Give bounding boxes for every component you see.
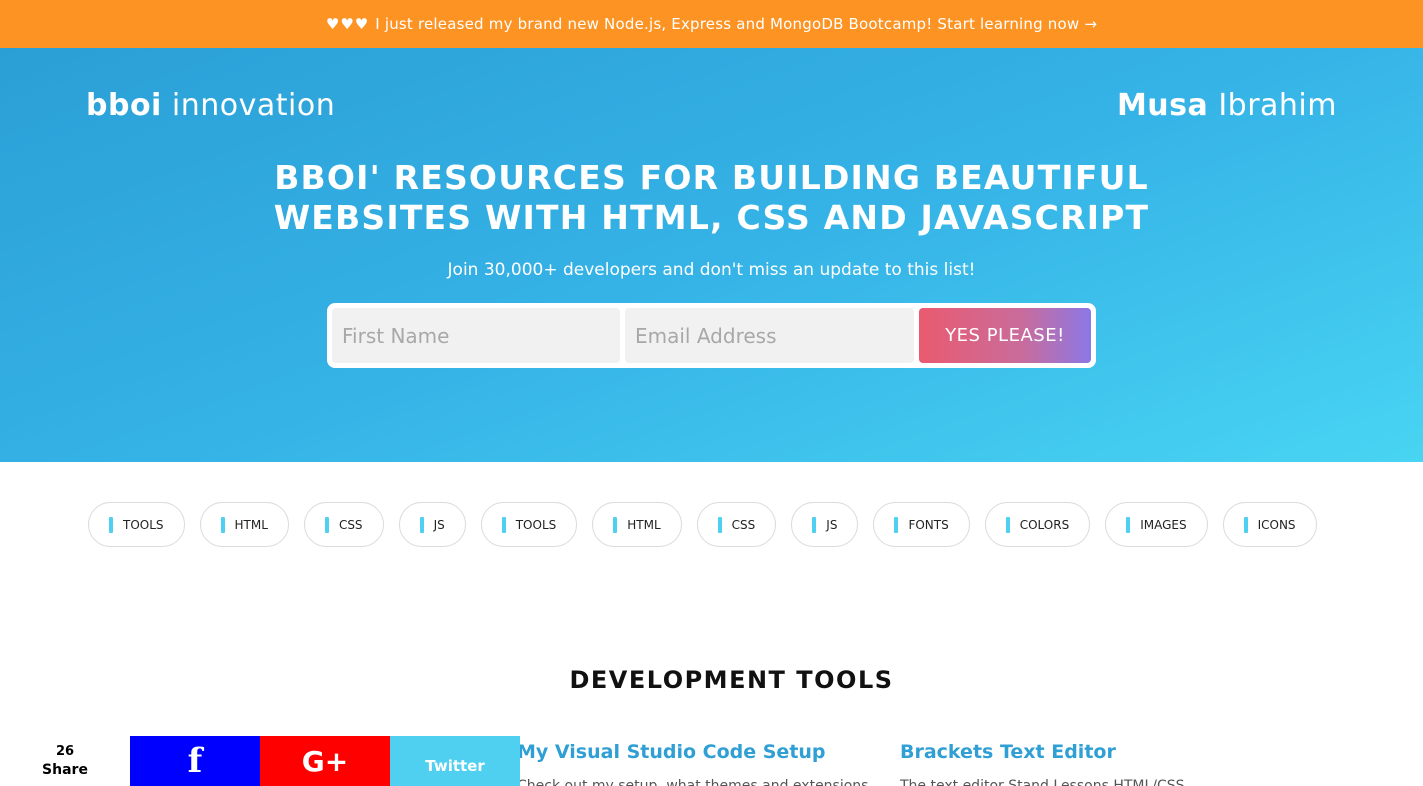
tag-accent-bar <box>717 516 722 533</box>
newsletter-form: YES PLEASE! <box>327 303 1096 368</box>
hearts-icon: ♥♥♥ <box>325 15 370 33</box>
tag-accent-bar <box>613 516 618 533</box>
tag-js[interactable]: JS <box>791 502 859 547</box>
tag-accent-bar <box>812 516 817 533</box>
card-title-brackets[interactable]: Brackets Text Editor <box>900 741 1116 763</box>
promo-text[interactable]: I just released my brand new Node.js, Ex… <box>375 15 1097 33</box>
tag-tools[interactable]: TOOLS <box>480 502 578 547</box>
card-title-vscode[interactable]: My Visual Studio Code Setup <box>517 741 826 763</box>
tag-css[interactable]: CSS <box>303 502 384 547</box>
twitter-label: Twitter <box>425 757 485 775</box>
tag-colors[interactable]: COLORS <box>984 502 1091 547</box>
tag-css[interactable]: CSS <box>696 502 777 547</box>
logo-bold: bboi <box>86 88 162 123</box>
googleplus-icon: G+ <box>301 744 349 778</box>
card-desc-brackets: The text editor Stand Lessons HTML/CSS..… <box>900 778 1198 786</box>
hero-title-line-1: BBOI' RESOURCES FOR BUILDING BEAUTIFUL <box>274 158 1149 197</box>
tag-label: CSS <box>731 517 756 532</box>
share-count: 26 Share <box>0 736 130 786</box>
tag-label: ICONS <box>1257 517 1296 532</box>
first-name-input[interactable] <box>332 308 620 363</box>
tag-label: CSS <box>338 517 363 532</box>
tag-fonts[interactable]: FONTS <box>873 502 970 547</box>
hero-section: bboi innovation Musa Ibrahim BBOI' RESOU… <box>0 48 1423 462</box>
tag-accent-bar <box>1126 516 1131 533</box>
author-last-name: Ibrahim <box>1218 88 1337 123</box>
category-tags: TOOLS HTML CSS JS TOOLS HTML CSS JS FONTS COLORS I… <box>88 502 1317 547</box>
tag-html[interactable]: HTML <box>592 502 682 547</box>
card-desc-vscode: Check out my setup, what themes and exte… <box>517 778 882 786</box>
tag-accent-bar <box>501 516 506 533</box>
hero-subtitle: Join 30,000+ developers and don't miss a… <box>447 260 976 280</box>
social-share-bar: 26 Share f G+ Twitter <box>0 736 520 786</box>
tag-tools[interactable]: TOOLS <box>88 502 185 547</box>
tag-label: COLORS <box>1019 517 1070 532</box>
tag-accent-bar <box>220 516 225 533</box>
tag-label: HTML <box>627 517 661 532</box>
tag-html[interactable]: HTML <box>199 502 289 547</box>
tag-accent-bar <box>419 516 424 533</box>
tag-accent-bar <box>1243 516 1248 533</box>
googleplus-share-button[interactable]: G+ <box>260 736 390 786</box>
tag-label: TOOLS <box>515 517 557 532</box>
facebook-icon: f <box>187 741 203 781</box>
author-first-name: Musa <box>1116 88 1209 123</box>
tag-accent-bar <box>894 516 899 533</box>
twitter-share-button[interactable]: Twitter <box>390 736 520 786</box>
author-name[interactable]: Musa Ibrahim <box>1117 88 1337 123</box>
logo-light: innovation <box>171 88 336 123</box>
share-count-label: Share <box>42 762 88 778</box>
tag-label: HTML <box>234 517 268 532</box>
tag-label: TOOLS <box>123 517 164 532</box>
share-count-number: 26 <box>55 744 75 759</box>
hero-title: BBOI' RESOURCES FOR BUILDING BEAUTIFUL W… <box>0 158 1423 238</box>
tag-accent-bar <box>1005 516 1010 533</box>
facebook-share-button[interactable]: f <box>130 736 260 786</box>
tag-label: JS <box>433 517 445 532</box>
site-logo[interactable]: bboi innovation <box>86 88 335 123</box>
subscribe-button[interactable]: YES PLEASE! <box>919 308 1091 363</box>
tag-icons[interactable]: ICONS <box>1222 502 1317 547</box>
hero-title-line-2: WEBSITES WITH HTML, CSS AND JAVASCRIPT <box>273 198 1150 237</box>
tag-label: JS <box>826 517 838 532</box>
tag-label: FONTS <box>908 517 949 532</box>
tag-label: IMAGES <box>1140 517 1187 532</box>
promo-banner[interactable]: ♥♥♥ I just released my brand new Node.js… <box>0 0 1423 48</box>
section-title: DEVELOPMENT TOOLS <box>569 666 894 694</box>
tag-js[interactable]: JS <box>398 502 466 547</box>
email-input[interactable] <box>625 308 914 363</box>
tag-accent-bar <box>324 516 329 533</box>
tag-images[interactable]: IMAGES <box>1105 502 1208 547</box>
tag-accent-bar <box>109 516 113 533</box>
